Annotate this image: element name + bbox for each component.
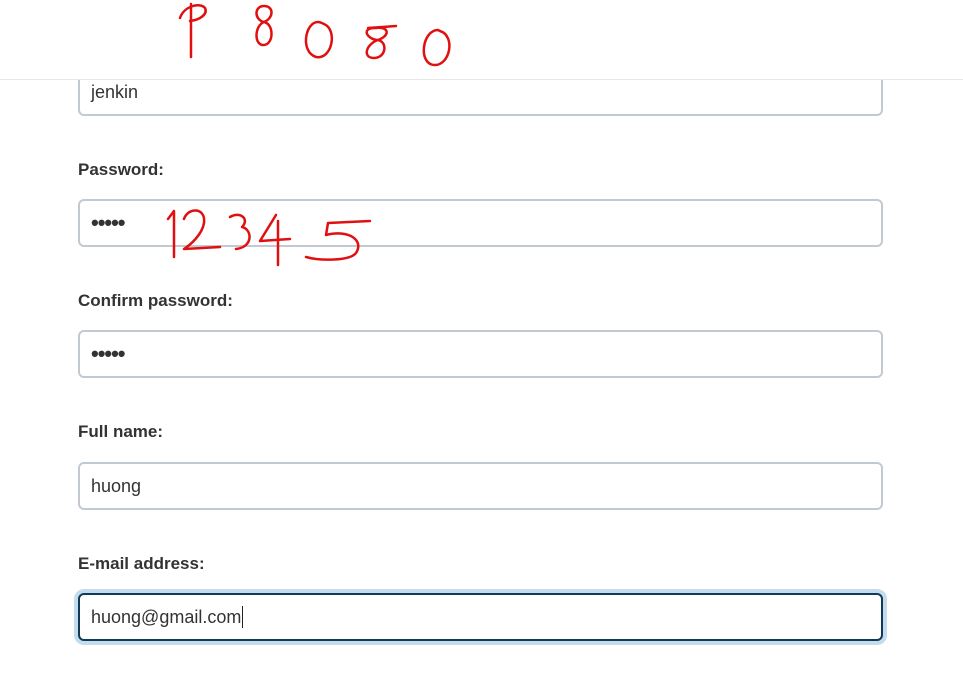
confirm-password-value: ••••• — [91, 341, 126, 366]
full-name-label: Full name: — [78, 422, 164, 441]
email-value: huong@gmail.com — [91, 606, 242, 627]
top-bar — [0, 0, 963, 80]
email-field[interactable]: huong@gmail.com — [78, 593, 883, 641]
text-caret — [242, 606, 244, 628]
full-name-field[interactable]: huong — [78, 462, 883, 510]
password-field[interactable]: ••••• — [78, 199, 883, 247]
confirm-password-field[interactable]: ••••• — [78, 330, 883, 378]
password-label: Password: — [78, 160, 164, 179]
page: jenkin Password: ••••• Confirm password:… — [0, 0, 963, 682]
confirm-password-label: Confirm password: — [78, 291, 233, 310]
username-value: jenkin — [91, 81, 139, 102]
email-label: E-mail address: — [78, 554, 205, 573]
full-name-value: huong — [91, 475, 142, 496]
password-value: ••••• — [91, 210, 126, 235]
handwritten-port-annotation — [178, 2, 451, 67]
